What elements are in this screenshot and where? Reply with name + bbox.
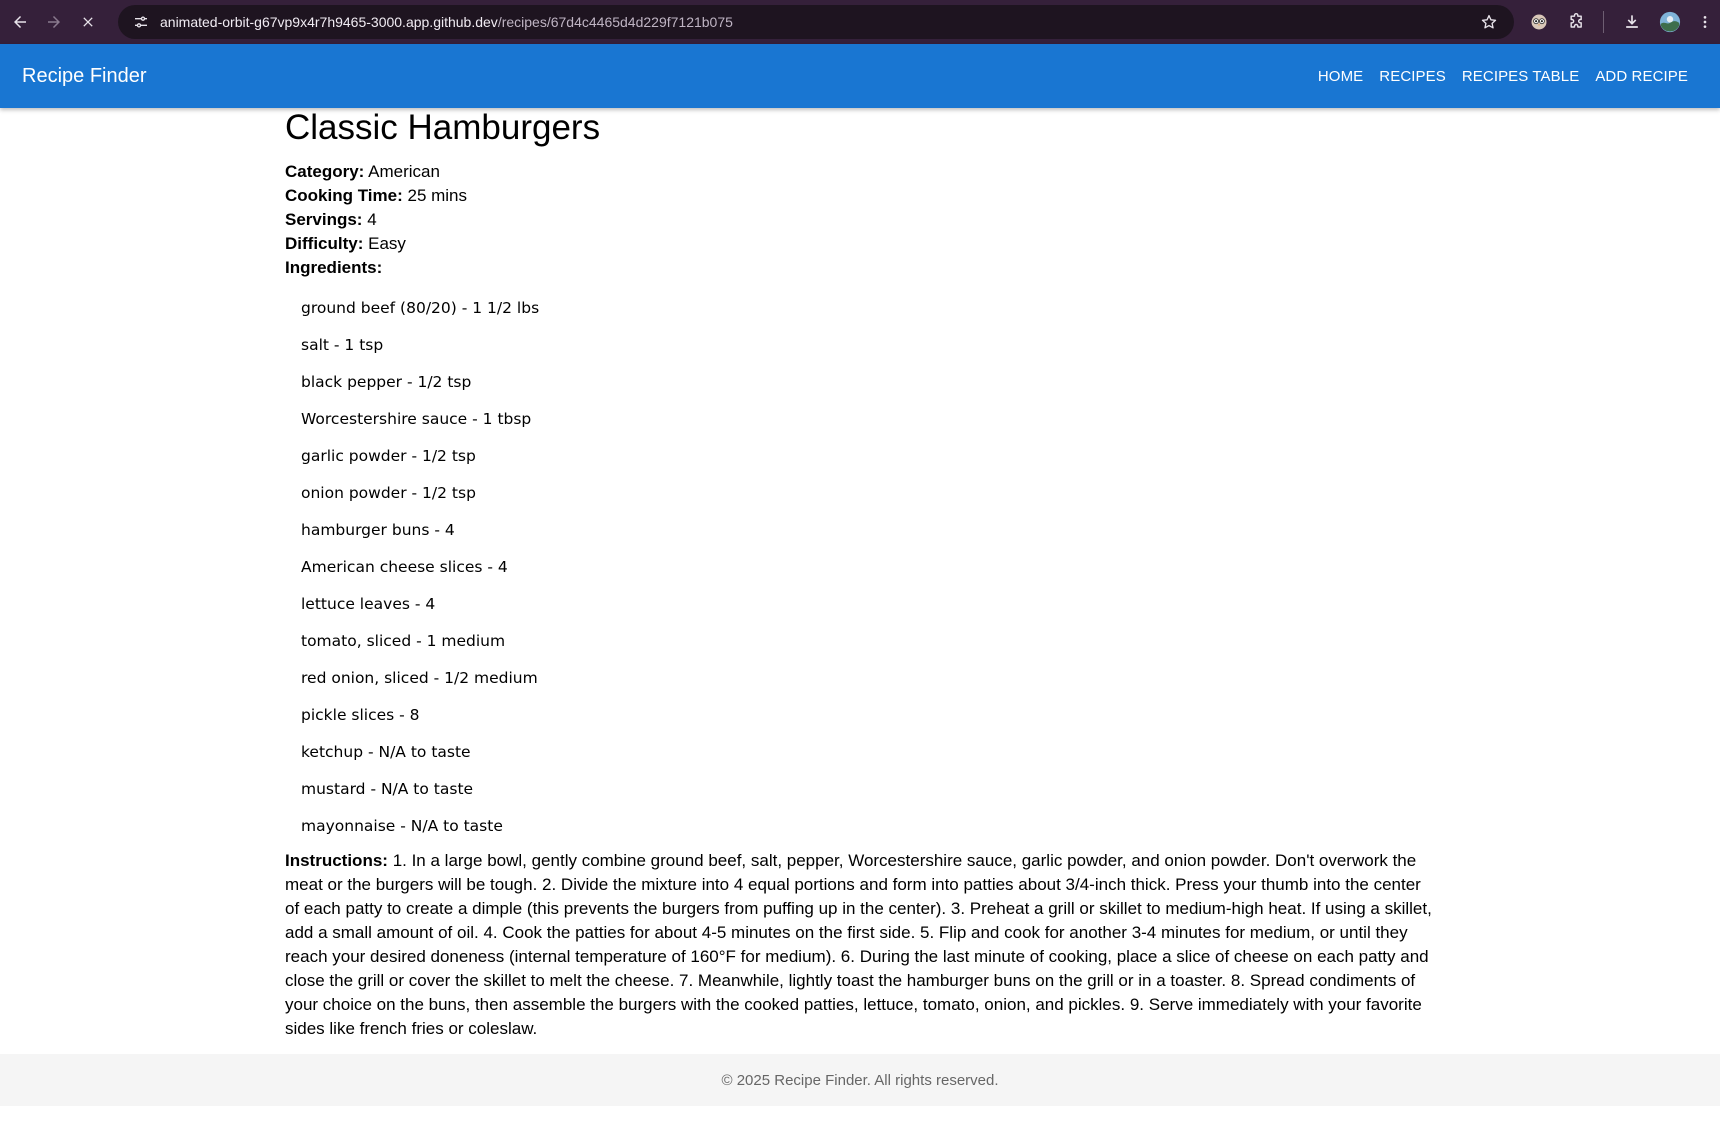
profile-button[interactable] bbox=[1652, 4, 1688, 40]
puzzle-icon bbox=[1570, 13, 1582, 28]
main-nav: HOME RECIPES RECIPES TABLE ADD RECIPE bbox=[1310, 44, 1696, 108]
browser-toolbar: animated-orbit-g67vp9x4r7h9465-3000.app.… bbox=[0, 0, 1720, 44]
stop-loading-button[interactable] bbox=[71, 5, 105, 39]
browser-menu-button[interactable] bbox=[1690, 4, 1720, 40]
instructions-label: Instructions: bbox=[285, 851, 388, 870]
servings-label: Servings: bbox=[285, 210, 363, 229]
ingredients-label: Ingredients: bbox=[285, 258, 383, 277]
url-text: animated-orbit-g67vp9x4r7h9465-3000.app.… bbox=[160, 14, 733, 30]
page-bottom-space bbox=[0, 1106, 1720, 1124]
browser-actions bbox=[1519, 0, 1720, 44]
nav-add-recipe[interactable]: ADD RECIPE bbox=[1587, 60, 1696, 93]
list-item: Worcestershire sauce - 1 tbsp bbox=[301, 410, 532, 428]
downloads-button[interactable] bbox=[1614, 4, 1650, 40]
instructions-block: Instructions: 1. In a large bowl, gently… bbox=[285, 849, 1437, 1041]
arrow-right-icon bbox=[48, 16, 60, 28]
brand-title[interactable]: Recipe Finder bbox=[22, 65, 147, 88]
url-host: animated-orbit-g67vp9x4r7h9465-3000.app.… bbox=[160, 14, 498, 30]
star-icon bbox=[1481, 14, 1497, 29]
list-item: red onion, sliced - 1/2 medium bbox=[301, 669, 538, 687]
arrow-left-icon bbox=[14, 16, 26, 28]
list-item: mayonnaise - N/A to taste bbox=[301, 817, 503, 835]
forward-button[interactable] bbox=[37, 5, 71, 39]
tune-icon bbox=[135, 16, 147, 28]
nav-recipes-table[interactable]: RECIPES TABLE bbox=[1454, 60, 1587, 93]
extension-owl-button[interactable] bbox=[1521, 4, 1557, 40]
ingredients-list: ground beef (80/20) - 1 1/2 lbs salt - 1… bbox=[301, 290, 1437, 845]
back-button[interactable] bbox=[3, 5, 37, 39]
servings-row: Servings: 4 bbox=[285, 208, 1437, 232]
list-item: lettuce leaves - 4 bbox=[301, 595, 436, 613]
url-path: /recipes/67d4c4465d4d229f7121b075 bbox=[497, 14, 733, 30]
list-item: black pepper - 1/2 tsp bbox=[301, 373, 472, 391]
close-icon bbox=[83, 17, 93, 27]
list-item: onion powder - 1/2 tsp bbox=[301, 484, 476, 502]
difficulty-value: Easy bbox=[368, 234, 406, 253]
list-item: ground beef (80/20) - 1 1/2 lbs bbox=[301, 299, 540, 317]
list-item: ketchup - N/A to taste bbox=[301, 743, 471, 761]
owl-extension-icon bbox=[1531, 14, 1547, 30]
difficulty-row: Difficulty: Easy bbox=[285, 232, 1437, 256]
list-item: American cheese slices - 4 bbox=[301, 558, 508, 576]
nav-recipes[interactable]: RECIPES bbox=[1371, 60, 1454, 93]
list-item: hamburger buns - 4 bbox=[301, 521, 455, 539]
list-item: salt - 1 tsp bbox=[301, 336, 384, 354]
cooking-time-value: 25 mins bbox=[407, 186, 468, 205]
cooking-time-label: Cooking Time: bbox=[285, 186, 403, 205]
recipe-title: Classic Hamburgers bbox=[285, 108, 601, 147]
nav-home[interactable]: HOME bbox=[1310, 60, 1371, 93]
servings-value: 4 bbox=[367, 210, 377, 229]
download-icon bbox=[1626, 15, 1638, 28]
recipe-detail: Classic Hamburgers Category: American Co… bbox=[285, 108, 1437, 1041]
toolbar-divider bbox=[1603, 11, 1604, 33]
instructions-text: 1. In a large bowl, gently combine groun… bbox=[285, 851, 1432, 1038]
category-row: Category: American bbox=[285, 160, 1437, 184]
recipe-meta: Category: American Cooking Time: 25 mins… bbox=[285, 160, 1437, 280]
address-bar[interactable]: animated-orbit-g67vp9x4r7h9465-3000.app.… bbox=[118, 5, 1514, 39]
cooking-time-row: Cooking Time: 25 mins bbox=[285, 184, 1437, 208]
category-label: Category: bbox=[285, 162, 365, 181]
kebab-menu-icon bbox=[1703, 16, 1707, 28]
page-footer: © 2025 Recipe Finder. All rights reserve… bbox=[0, 1054, 1720, 1106]
list-item: tomato, sliced - 1 medium bbox=[301, 632, 506, 650]
ingredients-heading: Ingredients: bbox=[285, 256, 1437, 280]
category-value: American bbox=[368, 162, 440, 181]
list-item: garlic powder - 1/2 tsp bbox=[301, 447, 476, 465]
extensions-button[interactable] bbox=[1559, 4, 1595, 40]
footer-copyright: © 2025 Recipe Finder. All rights reserve… bbox=[721, 1071, 999, 1089]
site-info-button[interactable] bbox=[124, 5, 158, 39]
difficulty-label: Difficulty: bbox=[285, 234, 364, 253]
avatar bbox=[1659, 11, 1681, 33]
list-item: mustard - N/A to taste bbox=[301, 780, 474, 798]
list-item: pickle slices - 8 bbox=[301, 706, 420, 724]
bookmark-button[interactable] bbox=[1474, 5, 1504, 39]
app-header: Recipe Finder HOME RECIPES RECIPES TABLE… bbox=[0, 44, 1720, 108]
